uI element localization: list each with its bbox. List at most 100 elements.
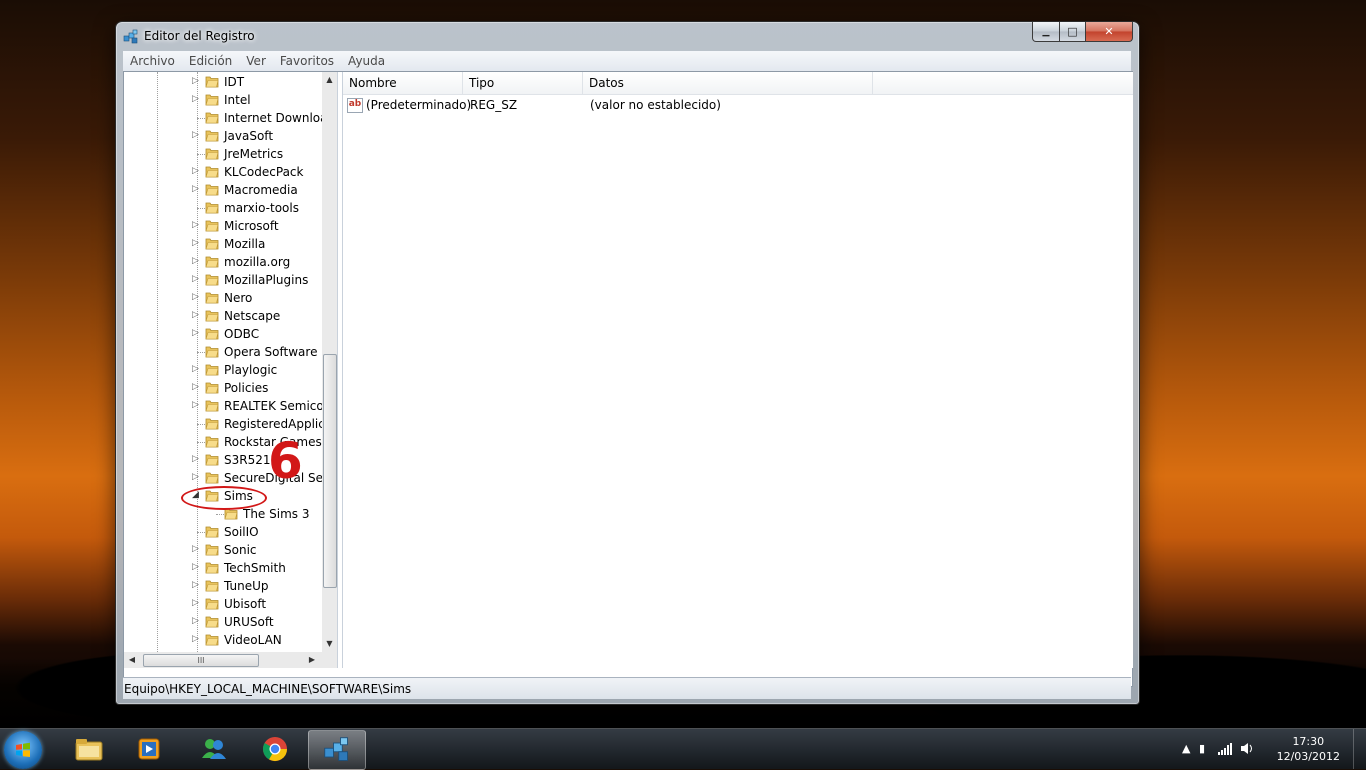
value-name: (Predeterminado) — [366, 98, 472, 112]
menu-archivo[interactable]: Archivo — [123, 54, 182, 68]
tree-item[interactable]: ▷ mozilla.org — [124, 253, 322, 271]
column-header-datos[interactable]: Datos — [583, 72, 873, 95]
media-player-icon — [138, 738, 160, 760]
column-header-tipo[interactable]: Tipo — [463, 72, 583, 95]
tree-item[interactable]: ▷ Macromedia — [124, 181, 322, 199]
show-hidden-icons-icon[interactable]: ▲ — [1182, 742, 1190, 755]
tree-connector — [216, 514, 224, 515]
scroll-down-arrow-icon[interactable]: ▼ — [322, 636, 337, 652]
folder-icon — [205, 454, 219, 466]
expand-arrow-icon[interactable]: ▷ — [192, 275, 201, 284]
expand-arrow-icon[interactable]: ▷ — [192, 185, 201, 194]
expand-arrow-icon[interactable]: ▷ — [192, 455, 201, 464]
scroll-right-arrow-icon[interactable]: ▶ — [304, 652, 320, 668]
title-bar[interactable]: Editor del Registro ▁ □ ✕ — [116, 22, 1139, 50]
minimize-button[interactable]: ▁ — [1032, 22, 1060, 42]
tree-item[interactable]: Opera Software — [124, 343, 322, 361]
maximize-button[interactable]: □ — [1060, 22, 1086, 42]
expand-arrow-icon[interactable]: ▷ — [192, 311, 201, 320]
tree-item[interactable]: ▷ Microsoft — [124, 217, 322, 235]
maximize-icon: □ — [1067, 25, 1078, 38]
expand-arrow-icon[interactable]: ▷ — [192, 599, 201, 608]
scroll-up-arrow-icon[interactable]: ▲ — [322, 72, 337, 88]
caption-buttons: ▁ □ ✕ — [1032, 22, 1133, 42]
windows-logo-icon — [16, 742, 30, 757]
menu-edicion[interactable]: Edición — [182, 54, 239, 68]
scrollbar-corner — [322, 652, 337, 668]
tree-item[interactable]: ▷ ODBC — [124, 325, 322, 343]
taskbar: ▲ ▮ 17:30 12/03/2012 — [0, 728, 1366, 770]
menu-ayuda[interactable]: Ayuda — [341, 54, 392, 68]
expand-arrow-icon[interactable]: ▷ — [192, 95, 201, 104]
tree-item-label: S3R521 — [224, 453, 271, 467]
tree-item[interactable]: ▷ Ubisoft — [124, 595, 322, 613]
expand-arrow-icon[interactable]: ▷ — [192, 131, 201, 140]
expand-arrow-icon[interactable]: ▷ — [192, 617, 201, 626]
expand-arrow-icon[interactable]: ▷ — [192, 167, 201, 176]
tree-item[interactable]: RegisteredApplica — [124, 415, 332, 433]
expand-arrow-icon[interactable]: ▷ — [192, 563, 201, 572]
menu-favoritos[interactable]: Favoritos — [273, 54, 341, 68]
tree-item[interactable]: SoilIO — [124, 523, 322, 541]
tree-item[interactable]: JreMetrics — [124, 145, 322, 163]
tree-item[interactable]: ▷ REALTEK Semicon — [124, 397, 331, 415]
tree-item[interactable]: ▷ KLCodecPack — [124, 163, 322, 181]
tree-item[interactable]: ▷ TechSmith — [124, 559, 322, 577]
taskbar-explorer-button[interactable] — [61, 730, 117, 768]
taskbar-messenger-button[interactable] — [186, 730, 242, 768]
tree-item[interactable]: ▷ MozillaPlugins — [124, 271, 322, 289]
taskbar-regedit-button[interactable] — [308, 730, 366, 770]
tree-item[interactable]: ▷ JavaSoft — [124, 127, 322, 145]
tree-item[interactable]: ▷ Playlogic — [124, 361, 322, 379]
expand-arrow-icon[interactable]: ▷ — [192, 257, 201, 266]
tree-item[interactable]: ▷ Policies — [124, 379, 322, 397]
tree-item[interactable]: ▷ Intel — [124, 91, 322, 109]
column-header-nombre[interactable]: Nombre — [343, 72, 463, 95]
menu-ver[interactable]: Ver — [239, 54, 273, 68]
expand-arrow-icon[interactable]: ▷ — [192, 401, 201, 410]
tree-item-label: Internet Downloac — [224, 111, 335, 125]
expand-arrow-icon[interactable]: ▷ — [192, 635, 201, 644]
list-item[interactable]: ab (Predeterminado) REG_SZ (valor no est… — [343, 96, 1133, 114]
close-button[interactable]: ✕ — [1086, 22, 1133, 42]
tree-item[interactable]: ▷ Sonic — [124, 541, 322, 559]
tree-item-label: SoilIO — [224, 525, 259, 539]
folder-icon — [205, 202, 219, 214]
expand-arrow-icon[interactable]: ▷ — [192, 581, 201, 590]
scroll-left-arrow-icon[interactable]: ◀ — [124, 652, 140, 668]
usb-device-icon[interactable]: ▮ — [1199, 742, 1205, 755]
tree-item[interactable]: ▷ Netscape — [124, 307, 322, 325]
expand-arrow-icon[interactable]: ▷ — [192, 365, 201, 374]
expand-arrow-icon[interactable]: ▷ — [192, 239, 201, 248]
tree-item[interactable]: Internet Downloac — [124, 109, 334, 127]
vertical-scroll-thumb[interactable] — [323, 354, 337, 588]
expand-arrow-icon[interactable]: ▷ — [192, 293, 201, 302]
menu-bar: Archivo Edición Ver Favoritos Ayuda — [123, 51, 1131, 71]
tree-item[interactable]: ▷ Nero — [124, 289, 322, 307]
show-desktop-button[interactable] — [1353, 729, 1366, 769]
tree-item[interactable]: ▷ URUSoft — [124, 613, 322, 631]
expand-arrow-icon[interactable]: ▷ — [192, 383, 201, 392]
tree-item[interactable]: marxio-tools — [124, 199, 322, 217]
tree-item[interactable]: ▷ TuneUp — [124, 577, 322, 595]
close-icon: ✕ — [1104, 25, 1114, 38]
expand-arrow-icon[interactable]: ▷ — [192, 545, 201, 554]
status-path: Equipo\HKEY_LOCAL_MACHINE\SOFTWARE\Sims — [124, 682, 412, 696]
volume-icon[interactable] — [1240, 742, 1254, 755]
start-button[interactable] — [4, 731, 42, 769]
expand-arrow-icon[interactable]: ▷ — [192, 329, 201, 338]
taskbar-chrome-button[interactable] — [247, 730, 303, 768]
taskbar-media-button[interactable] — [121, 730, 177, 768]
network-signal-icon[interactable] — [1218, 743, 1232, 755]
tree-item[interactable]: ▷ Mozilla — [124, 235, 322, 253]
tree-item[interactable]: ▷ VideoLAN — [124, 631, 322, 649]
clock[interactable]: 17:30 12/03/2012 — [1277, 734, 1340, 764]
expand-arrow-icon[interactable]: ▷ — [192, 221, 201, 230]
tree-connector — [197, 424, 205, 425]
tree-vertical-scrollbar[interactable]: ▲ ▼ — [322, 72, 337, 652]
expand-arrow-icon[interactable]: ▷ — [192, 473, 201, 482]
horizontal-scroll-thumb[interactable]: III — [143, 654, 259, 667]
expand-arrow-icon[interactable]: ▷ — [192, 77, 201, 86]
tree-horizontal-scrollbar[interactable]: ◀ III ▶ — [124, 652, 322, 668]
tree-item[interactable]: ▷ IDT — [124, 73, 322, 91]
